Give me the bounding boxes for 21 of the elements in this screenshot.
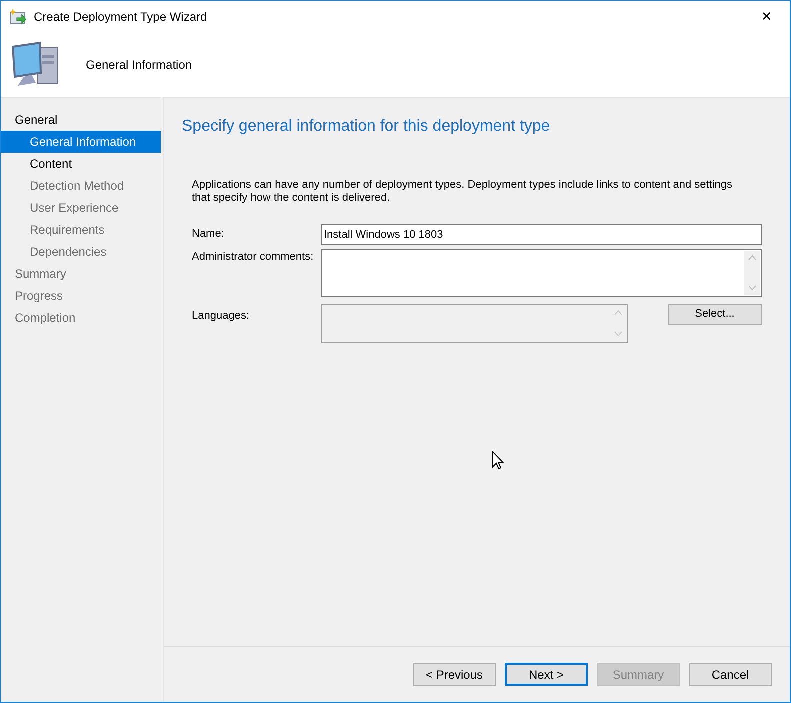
description-text: Applications can have any number of deployment types. Deployment types include links to content and settings that specify how the content is delivered.	[192, 179, 734, 205]
sidebar-item[interactable]: Content	[1, 153, 161, 175]
sidebar-item[interactable]: General	[1, 109, 161, 131]
scroll-arrows-icon	[744, 251, 760, 295]
comments-label: Administrator comments:	[192, 250, 315, 265]
wizard-button[interactable]: Next >	[505, 663, 588, 686]
sidebar-item[interactable]: General Information	[1, 131, 161, 153]
wizard-button[interactable]: Cancel	[689, 663, 772, 686]
comments-field[interactable]	[321, 249, 762, 297]
languages-list[interactable]	[321, 304, 628, 343]
select-button[interactable]: Select...	[668, 304, 762, 325]
languages-label: Languages:	[192, 309, 250, 324]
mouse-cursor-icon	[492, 451, 504, 470]
window-title: Create Deployment Type Wizard	[34, 8, 208, 26]
page-heading: Specify general information for this deployment type	[182, 117, 552, 137]
wizard-button[interactable]: < Previous	[413, 663, 496, 686]
name-label: Name:	[192, 227, 226, 242]
header-title: General Information	[86, 56, 192, 74]
name-field[interactable]: Install Windows 10 1803	[321, 224, 762, 245]
wizard-icon	[10, 8, 28, 24]
close-button[interactable]: ✕	[744, 1, 790, 32]
